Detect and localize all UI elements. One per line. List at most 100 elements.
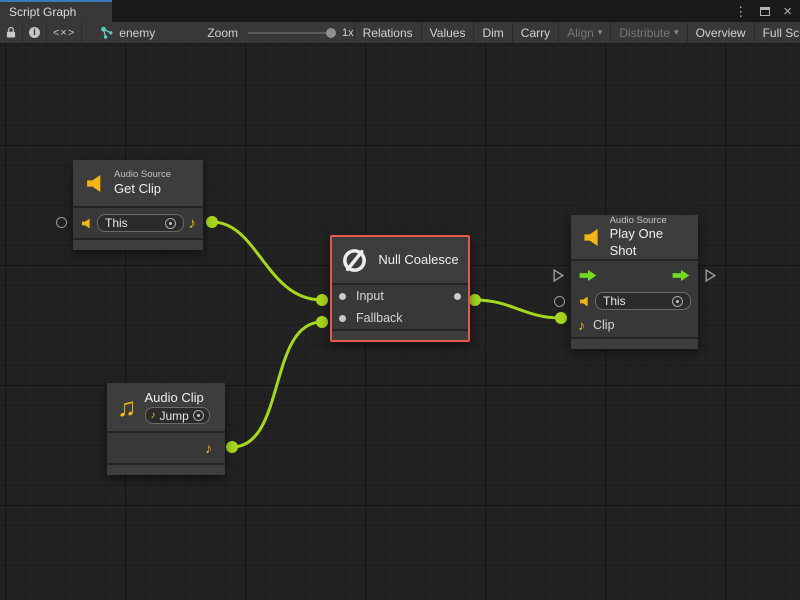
node-null-coalesce[interactable]: Null Coalesce Input Fallback [330, 235, 470, 342]
port-input-connected[interactable] [316, 294, 328, 306]
audio-source-icon [578, 296, 590, 307]
inspect-button[interactable]: i [23, 22, 47, 43]
node-header[interactable]: ♫ Audio Clip ♪ Jump [107, 383, 225, 431]
node-footer [571, 339, 698, 349]
node-title: Get Clip [114, 181, 171, 197]
tab-bar: Script Graph ⋮ × [0, 0, 800, 22]
flow-in-arrow-icon[interactable] [578, 269, 598, 282]
port-getclip-output[interactable] [206, 216, 218, 228]
node-title: Audio Clip [145, 390, 210, 406]
node-category: Audio Source [610, 215, 688, 226]
close-icon[interactable]: × [783, 4, 792, 19]
zoom-slider[interactable] [248, 32, 334, 34]
node-title: Null Coalesce [378, 252, 458, 268]
graph-toolbar: i <×> enemy Zoom 1x Relations Values Dim… [0, 22, 800, 44]
relations-button[interactable]: Relations [354, 22, 421, 43]
this-port-circle[interactable] [554, 296, 565, 307]
node-footer [73, 240, 203, 250]
node-title: Play One Shot [610, 226, 688, 259]
input-port-label: Input [356, 289, 384, 303]
audio-clip-output-icon: ♪ [189, 215, 197, 232]
variable-name: Jump [160, 409, 189, 423]
port-clip-connected[interactable] [555, 312, 567, 324]
node-header[interactable]: Audio Source Play One Shot [571, 215, 698, 259]
wire-nullcoalesce-to-clip[interactable] [475, 300, 561, 318]
window-menu-icon[interactable]: ⋮ [734, 5, 747, 18]
this-port-circle[interactable] [56, 217, 67, 228]
this-field-value: This [105, 216, 159, 230]
carry-button[interactable]: Carry [512, 22, 558, 43]
flow-port-row [571, 261, 698, 289]
overview-button[interactable]: Overview [687, 22, 754, 43]
port-fallback-connected[interactable] [316, 316, 328, 328]
node-footer [332, 331, 468, 340]
graph-icon [100, 26, 114, 40]
output-port-dot[interactable] [454, 293, 461, 300]
code-icon: <×> [53, 27, 75, 39]
node-header[interactable]: Null Coalesce [332, 237, 468, 283]
node-audio-clip[interactable]: ♫ Audio Clip ♪ Jump ♪ [107, 383, 225, 475]
node-header[interactable]: Audio Source Get Clip [73, 160, 203, 206]
wire-audioclip-to-fallback[interactable] [232, 322, 322, 447]
tab-label: Script Graph [9, 5, 76, 19]
audio-source-icon [80, 218, 92, 229]
audio-clip-output-icon: ♪ [205, 440, 212, 456]
zoom-value: 1x [342, 27, 354, 39]
audio-clip-icon: ♫ [117, 394, 137, 420]
clip-note-icon: ♪ [578, 317, 585, 333]
node-get-clip[interactable]: Audio Source Get Clip This ♪ [73, 160, 203, 250]
node-footer [107, 465, 225, 475]
wire-getclip-to-input[interactable] [212, 222, 322, 300]
clip-port-row: ♪ Clip [571, 313, 698, 337]
node-category: Audio Source [114, 169, 171, 180]
port-nullcoalesce-output[interactable] [469, 294, 481, 306]
clip-port-label: Clip [593, 318, 615, 332]
this-object-field[interactable]: This [97, 214, 184, 232]
this-field-value: This [603, 294, 666, 308]
chevron-down-icon: ▾ [674, 27, 679, 38]
graph-canvas[interactable]: Audio Source Get Clip This ♪ ♫ [0, 44, 800, 600]
port-audioclip-output[interactable] [226, 441, 238, 453]
edit-source-button[interactable]: <×> [47, 22, 82, 43]
this-object-field[interactable]: This [595, 292, 691, 310]
note-icon: ♪ [151, 410, 156, 421]
dim-button[interactable]: Dim [473, 22, 511, 43]
toolbar-buttons: Relations Values Dim Carry Align▾ Distri… [354, 22, 800, 43]
object-picker-icon[interactable] [193, 410, 204, 421]
node-play-one-shot[interactable]: Audio Source Play One Shot This [571, 215, 698, 349]
node-port-row: This ♪ [73, 208, 203, 238]
flow-in-triangle[interactable] [553, 269, 564, 282]
lock-icon [6, 26, 16, 39]
zoom-label: Zoom [207, 26, 238, 40]
align-button[interactable]: Align▾ [558, 22, 610, 43]
graph-name-label: enemy [119, 26, 155, 40]
node-port-row: ♪ [107, 433, 225, 463]
fallback-port-label: Fallback [356, 311, 403, 325]
flow-out-triangle[interactable] [705, 269, 716, 282]
window-controls: ⋮ × [734, 0, 800, 22]
distribute-button[interactable]: Distribute▾ [610, 22, 686, 43]
object-picker-icon[interactable] [165, 218, 176, 229]
maximize-icon[interactable] [760, 7, 770, 16]
input-port-dot[interactable] [339, 293, 346, 300]
graph-breadcrumb[interactable]: enemy [100, 22, 155, 43]
audio-source-icon [83, 174, 105, 193]
fallback-port-dot[interactable] [339, 315, 346, 322]
this-port-row: This [571, 289, 698, 313]
object-picker-icon[interactable] [672, 296, 683, 307]
null-coalesce-icon [341, 247, 368, 274]
info-icon: i [29, 27, 40, 38]
audio-source-icon [581, 228, 602, 247]
lock-button[interactable] [0, 22, 23, 43]
fullscreen-button[interactable]: Full Screen [754, 22, 800, 43]
flow-out-arrow-icon[interactable] [671, 269, 691, 282]
zoom-control: Zoom 1x [207, 22, 353, 43]
variable-field[interactable]: ♪ Jump [145, 407, 210, 424]
fallback-port-row: Fallback [332, 307, 468, 329]
input-port-row: Input [332, 285, 468, 307]
zoom-slider-handle[interactable] [326, 28, 336, 38]
chevron-down-icon: ▾ [598, 27, 603, 38]
script-graph-window: Script Graph ⋮ × i <×> enemy [0, 0, 800, 600]
values-button[interactable]: Values [421, 22, 474, 43]
tab-script-graph[interactable]: Script Graph [0, 0, 112, 22]
